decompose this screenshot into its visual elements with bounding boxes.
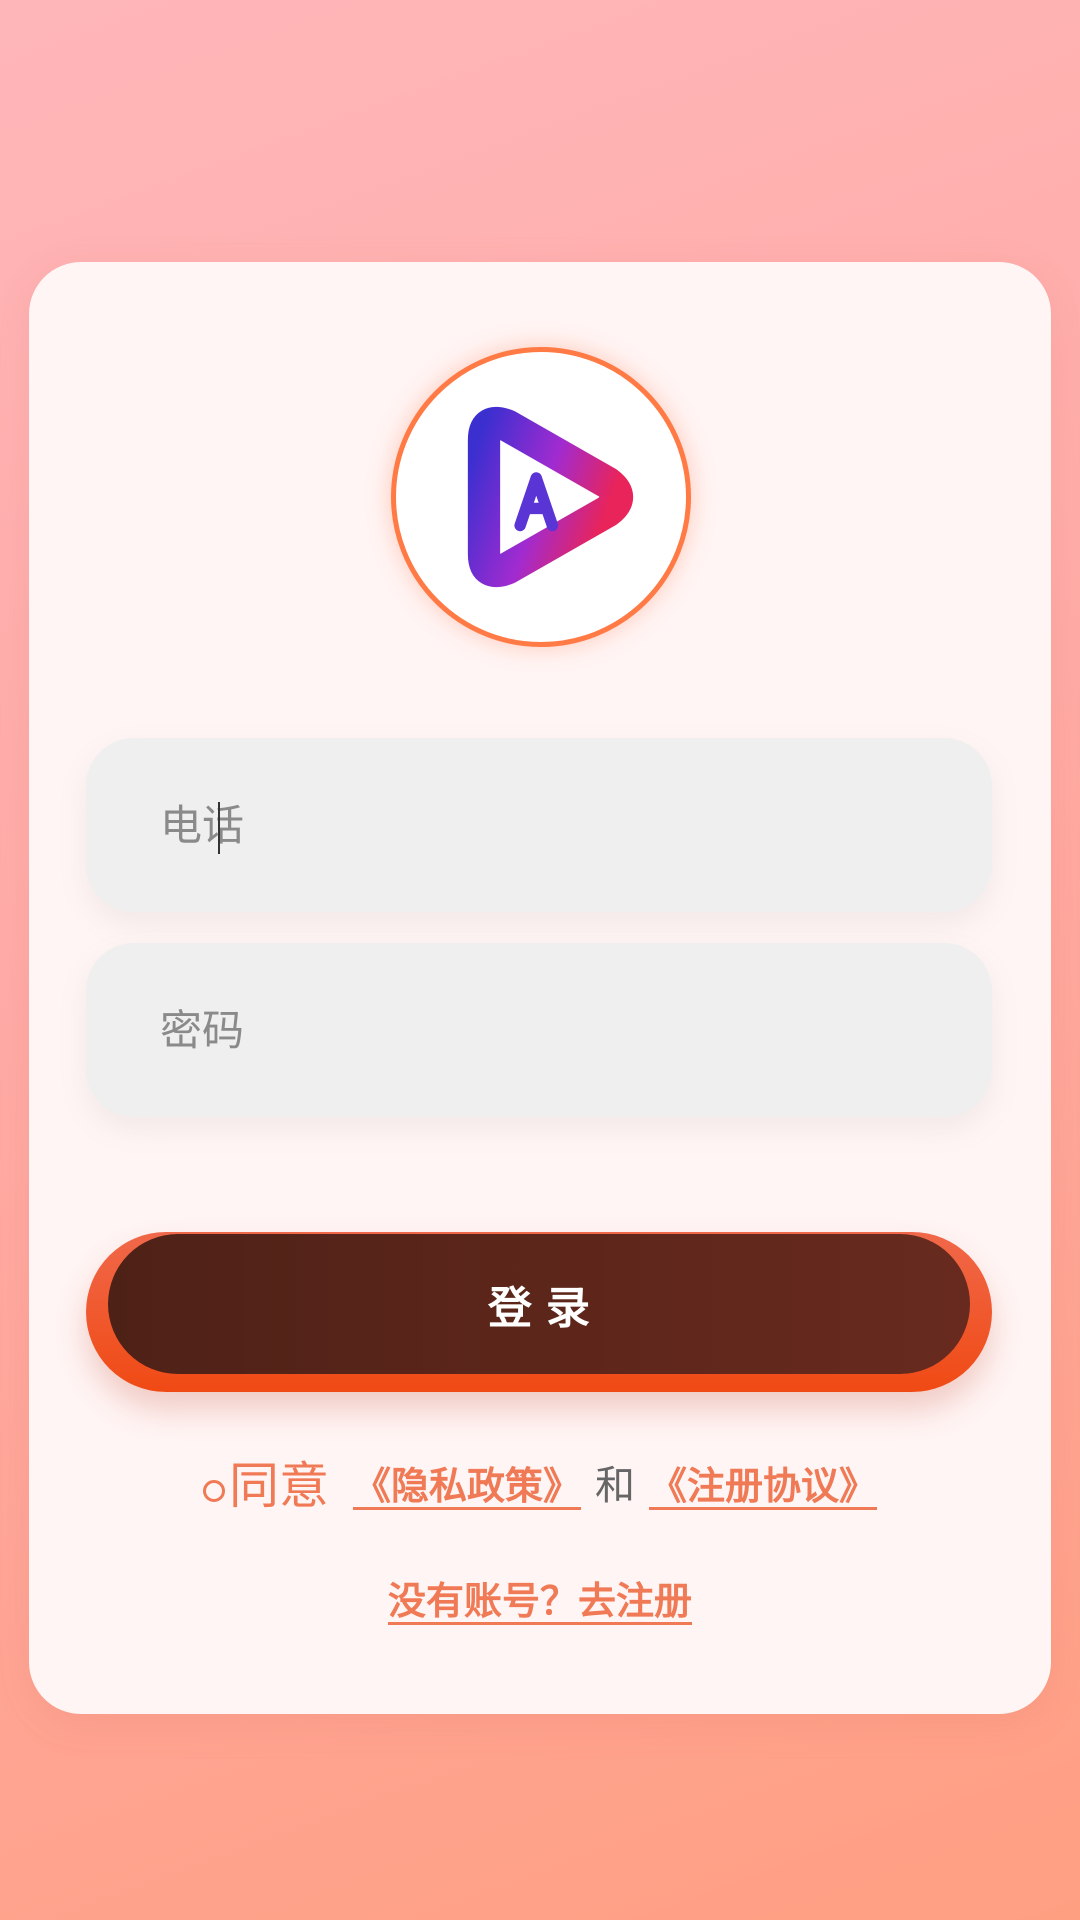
agree-radio[interactable] (202, 1480, 225, 1502)
register-agreement-link[interactable]: 《注册协议》 (649, 1455, 877, 1510)
login-button[interactable]: 登录 (86, 1232, 992, 1392)
phone-input[interactable] (86, 738, 992, 912)
agreement-row: 同意 《隐私政策》 和 《注册协议》 (29, 1442, 1051, 1522)
login-button-label: 登录 (488, 1283, 604, 1334)
login-card: 登录 同意 《隐私政策》 和 《注册协议》 (29, 262, 1051, 1714)
privacy-policy-link[interactable]: 《隐私政策》 (353, 1455, 581, 1510)
and-text: 和 (595, 1463, 635, 1509)
go-register-link[interactable]: 没有账号？去注册 (0, 1570, 1080, 1625)
login-button-face[interactable]: 登录 (108, 1234, 970, 1374)
play-triangle-logo-icon (467, 406, 633, 588)
phone-field[interactable] (86, 738, 992, 912)
app-logo (391, 347, 691, 647)
text-caret (218, 802, 220, 854)
agree-label[interactable]: 同意 (229, 1446, 329, 1518)
password-input[interactable] (86, 943, 992, 1117)
password-field[interactable] (86, 943, 992, 1117)
